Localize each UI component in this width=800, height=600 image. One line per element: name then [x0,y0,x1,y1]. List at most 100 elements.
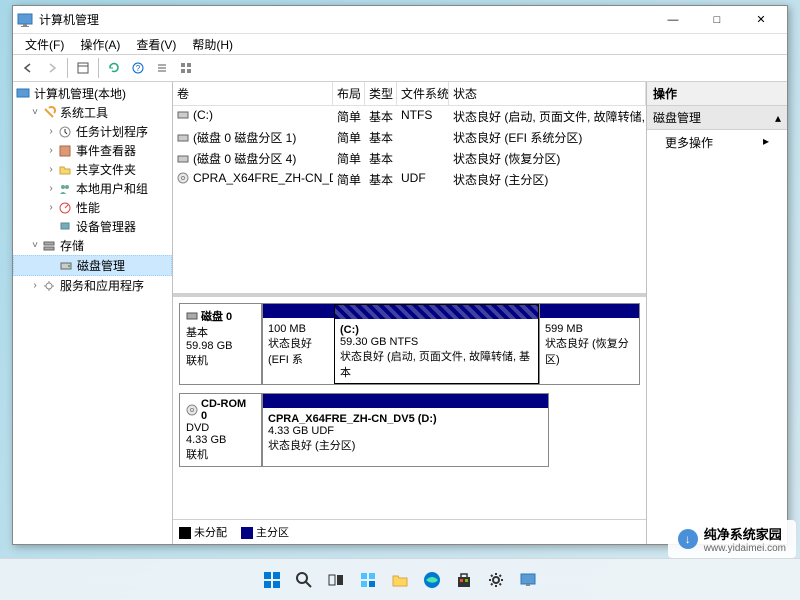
store-icon[interactable] [451,567,477,593]
users-icon [57,181,73,197]
volume-row[interactable]: CPRA_X64FRE_ZH-CN_DV5 (D:) 简单 基本 UDF 状态良… [173,169,646,190]
start-button[interactable] [259,567,285,593]
minimize-button[interactable]: — [651,6,695,34]
tree-services-apps[interactable]: › 服务和应用程序 [13,276,172,295]
clock-icon [57,124,73,140]
app-icon [17,12,33,28]
compmgmt-icon[interactable] [515,567,541,593]
navigation-tree[interactable]: 计算机管理(本地) ˅ 系统工具 › 任务计划程序 › 事件查看器 › 共享文件… [13,82,173,544]
computer-management-window: 计算机管理 — □ ✕ 文件(F) 操作(A) 查看(V) 帮助(H) ? 计算… [12,5,788,545]
tree-root[interactable]: 计算机管理(本地) [13,84,172,103]
legend-primary-swatch [241,527,253,539]
actions-section-diskmgmt[interactable]: 磁盘管理 ▴ [647,106,787,130]
watermark-icon: ↓ [678,529,698,549]
disk-info[interactable]: 磁盘 0 基本 59.98 GB 联机 [180,304,262,384]
volume-row[interactable]: (磁盘 0 磁盘分区 4) 简单 基本 状态良好 (恢复分区) [173,148,646,169]
col-status[interactable]: 状态 [449,82,646,105]
col-type[interactable]: 类型 [365,82,397,105]
titlebar[interactable]: 计算机管理 — □ ✕ [13,6,787,34]
toolbar: ? [13,54,787,82]
back-button[interactable] [17,57,39,79]
tree-storage[interactable]: ˅ 存储 [13,236,172,255]
partition-dvd[interactable]: CPRA_X64FRE_ZH-CN_DV5 (D:) 4.33 GB UDF 状… [262,394,548,466]
partition-efi[interactable]: 100 MB 状态良好 (EFI 系 [262,304,334,384]
col-layout[interactable]: 布局 [333,82,365,105]
partition-recovery[interactable]: 599 MB 状态良好 (恢复分区) [539,304,639,384]
perf-icon [57,200,73,216]
close-button[interactable]: ✕ [739,6,783,34]
tree-system-tools[interactable]: ˅ 系统工具 [13,103,172,122]
disc-icon [177,172,191,186]
legend: 未分配 主分区 [173,519,646,544]
window-controls: — □ ✕ [651,6,783,34]
window-title: 计算机管理 [39,11,651,28]
main-area: 计算机管理(本地) ˅ 系统工具 › 任务计划程序 › 事件查看器 › 共享文件… [13,82,787,544]
volume-list[interactable]: 卷 布局 类型 文件系统 状态 (C:) 简单 基本 NTFS 状态良好 (启动… [173,82,646,297]
cdrom-info[interactable]: CD-ROM 0 DVD 4.33 GB 联机 [180,394,262,466]
volume-row[interactable]: (C:) 简单 基本 NTFS 状态良好 (启动, 页面文件, 故障转储, 基本… [173,106,646,127]
collapse-icon[interactable]: ˅ [29,240,41,251]
tools-icon [41,105,57,121]
menu-help[interactable]: 帮助(H) [184,34,241,54]
taskbar[interactable] [0,558,800,600]
settings-icon[interactable] [483,567,509,593]
volume-row[interactable]: (磁盘 0 磁盘分区 1) 简单 基本 状态良好 (EFI 系统分区) [173,127,646,148]
expand-icon[interactable]: › [29,280,41,291]
tree-local-users[interactable]: › 本地用户和组 [13,179,172,198]
menu-view[interactable]: 查看(V) [128,34,184,54]
volume-list-header[interactable]: 卷 布局 类型 文件系统 状态 [173,82,646,106]
task-view-icon[interactable] [323,567,349,593]
view-button[interactable] [72,57,94,79]
actions-header: 操作 [647,82,787,106]
refresh-button[interactable] [103,57,125,79]
folder-icon [57,162,73,178]
actions-more[interactable]: 更多操作 ▸ [647,130,787,155]
legend-unallocated-swatch [179,527,191,539]
tree-shared-folders[interactable]: › 共享文件夹 [13,160,172,179]
expand-icon[interactable]: › [45,183,57,194]
widgets-icon[interactable] [355,567,381,593]
volume-rows: (C:) 简单 基本 NTFS 状态良好 (启动, 页面文件, 故障转储, 基本… [173,106,646,293]
disk-row-cdrom[interactable]: CD-ROM 0 DVD 4.33 GB 联机 CPRA_X64FRE_ZH-C… [179,393,549,467]
maximize-button[interactable]: □ [695,6,739,34]
forward-button[interactable] [41,57,63,79]
menu-action[interactable]: 操作(A) [72,34,128,54]
drive-icon [177,153,191,167]
tree-performance[interactable]: › 性能 [13,198,172,217]
help-button[interactable]: ? [127,57,149,79]
menu-file[interactable]: 文件(F) [17,34,72,54]
edge-icon[interactable] [419,567,445,593]
grid-button[interactable] [175,57,197,79]
partition-c[interactable]: (C:) 59.30 GB NTFS 状态良好 (启动, 页面文件, 故障转储,… [334,304,539,384]
services-icon [41,278,57,294]
expand-icon[interactable]: › [45,164,57,175]
tree-device-manager[interactable]: 设备管理器 [13,217,172,236]
tree-task-scheduler[interactable]: › 任务计划程序 [13,122,172,141]
center-panel: 卷 布局 类型 文件系统 状态 (C:) 简单 基本 NTFS 状态良好 (启动… [173,82,647,544]
expand-icon[interactable]: › [45,202,57,213]
drive-icon [177,132,191,146]
watermark: ↓ 纯净系统家园 www.yidaimei.com [668,520,796,558]
disk-graphical-view[interactable]: 磁盘 0 基本 59.98 GB 联机 100 MB 状态良好 (EFI 系 [173,297,646,519]
disk-icon [58,258,74,274]
disk-row-0[interactable]: 磁盘 0 基本 59.98 GB 联机 100 MB 状态良好 (EFI 系 [179,303,640,385]
collapse-icon: ▴ [775,111,781,125]
list-button[interactable] [151,57,173,79]
col-filesystem[interactable]: 文件系统 [397,82,449,105]
actions-panel: 操作 磁盘管理 ▴ 更多操作 ▸ [647,82,787,544]
collapse-icon[interactable]: ˅ [29,107,41,118]
expand-icon[interactable]: › [45,126,57,137]
drive-icon [177,109,191,123]
tree-event-viewer[interactable]: › 事件查看器 [13,141,172,160]
col-volume[interactable]: 卷 [173,82,333,105]
disc-icon [186,404,198,416]
storage-icon [41,238,57,254]
search-icon[interactable] [291,567,317,593]
chevron-right-icon: ▸ [763,134,769,151]
expand-icon[interactable]: › [45,145,57,156]
explorer-icon[interactable] [387,567,413,593]
event-icon [57,143,73,159]
svg-text:?: ? [136,64,141,73]
menubar: 文件(F) 操作(A) 查看(V) 帮助(H) [13,34,787,54]
tree-disk-management[interactable]: 磁盘管理 [13,255,172,276]
